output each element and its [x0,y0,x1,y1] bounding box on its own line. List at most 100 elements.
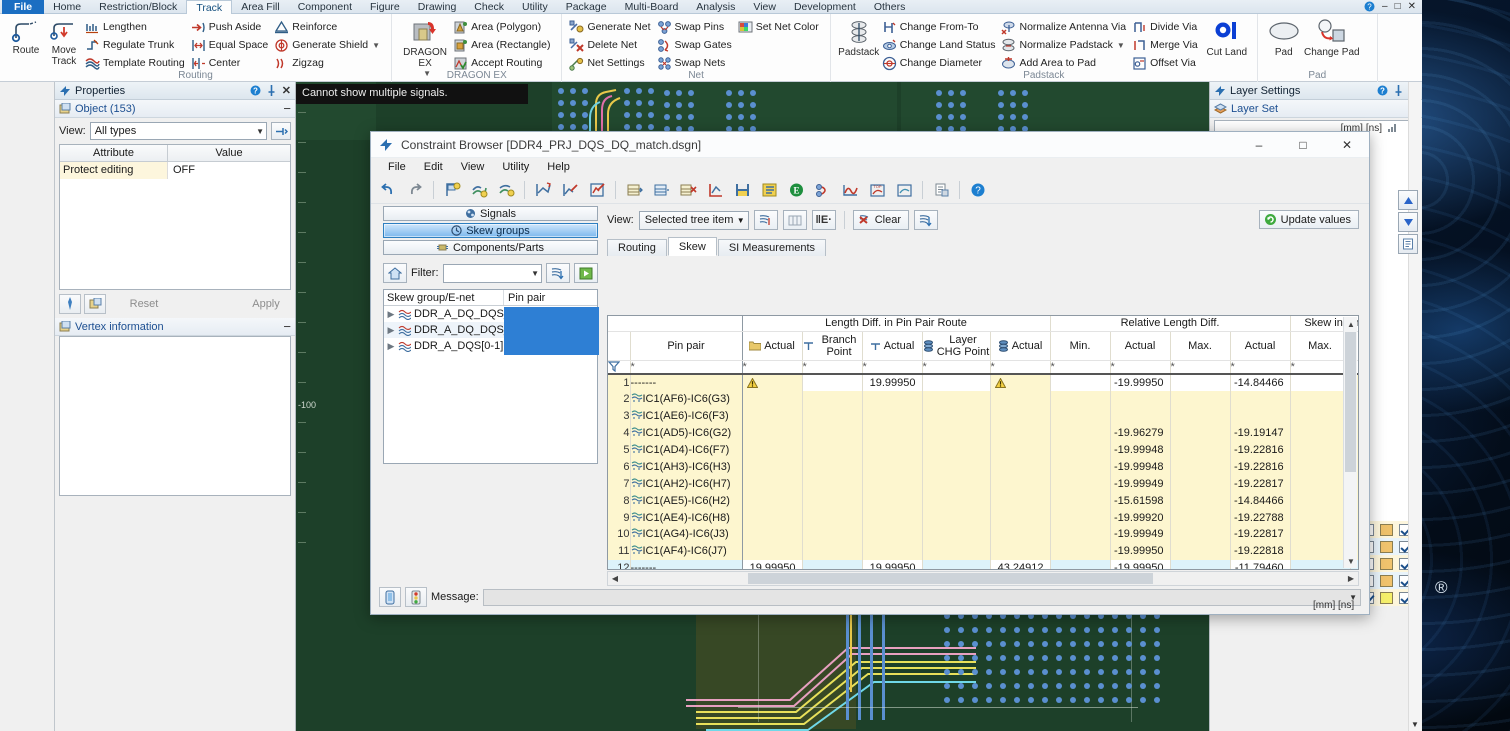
constraint-edit-icon[interactable] [466,178,492,202]
help-icon[interactable]: ? [965,178,991,202]
menu-file[interactable]: File [379,161,415,173]
filter-cell-rl-actual[interactable]: * [1110,360,1171,375]
table-filter-row[interactable]: * * * * * * * * * * * * [608,360,1358,375]
chart-up-icon[interactable] [530,178,556,202]
properties-row-value[interactable]: OFF [168,162,290,179]
home-filter-button[interactable] [383,263,407,283]
layer-color-swatch[interactable] [1380,557,1393,570]
nav-down-button[interactable] [1398,212,1418,232]
tab-skew[interactable]: Skew [667,237,717,256]
lengthen-button[interactable]: Lengthen [84,18,190,36]
filter-cell-rl-max[interactable]: * [1170,360,1231,375]
filter-cell-ld-actual-2[interactable]: * [862,360,923,375]
divide-via-button[interactable]: Divide Via [1131,18,1203,36]
expand-icon[interactable]: ▶ [384,341,398,352]
table-row[interactable]: 10 IC1(AG4)-IC6(J3) -19.99949 -19.22817 [608,526,1358,543]
net-link-icon[interactable] [810,178,836,202]
view-select[interactable]: Selected tree item ▼ [638,210,749,230]
table-row[interactable]: 6 IC1(AH3)-IC6(H3) -19.99948 -19.22816 [608,458,1358,476]
layer-color-swatch[interactable] [1380,523,1393,536]
filter-cell-rl-actual-2[interactable]: * [1230,360,1291,375]
layer-color-swatch[interactable] [1380,591,1393,604]
menu-utility[interactable]: Utility [493,161,538,173]
app-window-controls[interactable]: ? – □ ✕ [1364,0,1416,13]
push-aside-button[interactable]: Push Aside [190,18,274,36]
ribbon-tab-others[interactable]: Others [865,0,915,14]
constraint-browser-window-controls[interactable]: – □ ✕ [1237,132,1369,157]
ribbon-tab-view[interactable]: View [744,0,785,14]
column-header-rl-actual[interactable]: Actual [1110,331,1171,361]
constraint-browser-tabs[interactable]: Routing Skew SI Measurements [607,237,1359,256]
constraint-browser-title-bar[interactable]: Constraint Browser [DDR4_PRJ_DQS_DQ_matc… [371,132,1369,158]
ribbon-tab-area-fill[interactable]: Area Fill [232,0,289,14]
column-header-rl-max[interactable]: Max. [1170,331,1231,361]
normalize-antenna-via-button[interactable]: Normalize Antenna Via [1000,18,1131,36]
grid-vertical-scrollbar[interactable]: ▲ ▼ [1343,317,1357,568]
layer-color-swatch[interactable] [1380,540,1393,553]
tab-components-parts[interactable]: Components/Parts [383,240,598,255]
constraint-add-icon[interactable] [439,178,465,202]
area-polygon-button[interactable]: Area (Polygon) [452,18,555,36]
table-column-header-row[interactable]: Pin pair Actual Branch Point Actual Laye… [608,331,1358,361]
ribbon-tab-analysis[interactable]: Analysis [687,0,744,14]
table-row[interactable]: 7 IC1(AH2)-IC6(H7) -19.99949 -19.22817 [608,475,1358,493]
pin-icon[interactable] [1394,85,1403,96]
menu-view[interactable]: View [452,161,494,173]
report-icon[interactable] [928,178,954,202]
delete-net-button[interactable]: Delete Net [568,36,655,54]
update-values-button[interactable]: Update values [1258,210,1359,229]
column-header-ld-actual-1[interactable]: Actual [742,331,803,361]
chevron-down-icon[interactable]: ▼ [1117,41,1125,50]
pin-pair-selection-block[interactable] [504,307,599,355]
properties-pin-button[interactable] [271,122,291,140]
maximize-button[interactable]: □ [1395,1,1401,12]
chevron-down-icon[interactable]: ▼ [1344,554,1358,568]
change-land-status-button[interactable]: Change Land Status [881,36,1001,54]
table-row[interactable]: 2 IC1(AF6)-IC6(G3) [608,390,1358,408]
properties-probe-button[interactable] [59,294,81,314]
redo-icon[interactable] [402,178,428,202]
collapse-icon[interactable]: − [283,102,291,115]
column-header-rl-actual-2[interactable]: Actual [1230,331,1291,361]
properties-view-select[interactable]: All types ▼ [89,122,267,140]
chart-pen-icon[interactable] [584,178,610,202]
table-export-icon[interactable] [648,178,674,202]
chevron-down-icon[interactable]: ▼ [372,41,380,50]
run-filter-button[interactable] [574,263,598,283]
swap-gates-button[interactable]: Swap Gates [656,36,737,54]
chevron-up-icon[interactable]: ▲ [1344,317,1358,331]
expand-icon[interactable]: ▶ [384,325,398,336]
normalize-padstack-button[interactable]: Normalize Padstack ▼ [1000,36,1131,54]
chart-edit-icon[interactable] [557,178,583,202]
properties-new-button[interactable] [84,294,106,314]
filter-cell-sk-max[interactable]: * [1290,360,1351,375]
filter-cell-ld-actual-1[interactable]: * [742,360,803,375]
close-button[interactable]: ✕ [1325,132,1369,157]
message-input[interactable]: ▼ [482,588,1361,606]
collapse-icon[interactable]: − [283,320,291,333]
merge-via-button[interactable]: Merge Via [1131,36,1203,54]
filter-cell-branch-point[interactable]: * [802,360,863,375]
chevron-left-icon[interactable]: ◀ [608,572,622,585]
table-row-selected[interactable]: 12 ------- 19.99950 19.99950 43.24912 -1… [608,559,1358,569]
refresh-filter-button[interactable] [914,210,938,230]
menu-edit[interactable]: Edit [415,161,452,173]
equal-space-button[interactable]: Equal Space [190,36,274,54]
filter-values-button[interactable] [753,210,778,230]
properties-object-section[interactable]: Object (153) − [55,100,295,118]
filter-cell-layer-chg-point[interactable]: * [922,360,991,375]
generate-net-button[interactable]: Generate Net [568,18,655,36]
constraint-browser-window[interactable]: Constraint Browser [DDR4_PRJ_DQS_DQ_matc… [370,131,1370,615]
maximize-button[interactable]: □ [1281,132,1325,157]
constraint-browser-toolbar[interactable]: E TOP ? [371,176,1369,204]
table-row[interactable]: 3 IC1(AE6)-IC6(F3) [608,407,1358,425]
help-icon[interactable]: ? [1377,85,1388,96]
nav-layer-button[interactable] [1398,234,1418,254]
properties-apply-button[interactable]: Apply [241,294,291,314]
chevron-down-icon[interactable]: ▼ [1411,720,1419,729]
table-row[interactable]: 1 ------- 19.99950 -19.99950 -14.84466 [608,374,1358,391]
table-row[interactable]: 4 IC1(AD5)-IC6(G2) -19.96279 -19.19147 [608,424,1358,442]
nav-up-button[interactable] [1398,190,1418,210]
pin-icon[interactable] [267,85,276,96]
message-mode-button[interactable] [379,587,401,607]
